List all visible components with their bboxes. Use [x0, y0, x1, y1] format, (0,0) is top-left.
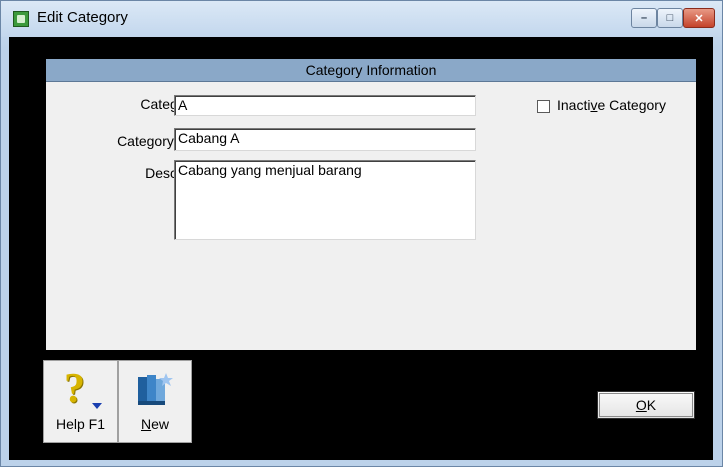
- help-label: Help F1: [55, 416, 106, 432]
- new-icon: [138, 373, 173, 405]
- new-label: New: [119, 416, 191, 432]
- description-value: Cabang yang menjual barang: [178, 162, 362, 178]
- minimize-icon: –: [640, 12, 648, 24]
- window-title: Edit Category: [37, 9, 128, 26]
- close-button[interactable]: ✕: [683, 8, 715, 28]
- close-icon: ✕: [694, 12, 704, 25]
- help-button[interactable]: ? Help F1: [43, 360, 118, 443]
- description-textarea[interactable]: Cabang yang menjual barang: [174, 160, 476, 240]
- help-dropdown-arrow-icon: [92, 403, 102, 409]
- category-information-panel: Category Information Category ID: A Cate…: [46, 59, 696, 350]
- inactive-label-pre: Inacti: [557, 97, 591, 113]
- maximize-button[interactable]: □: [657, 8, 683, 28]
- ok-label-accesskey: O: [635, 397, 647, 413]
- maximize-icon: □: [666, 12, 674, 24]
- category-name-input[interactable]: Cabang A: [174, 128, 476, 151]
- ok-label-rest: K: [646, 397, 657, 413]
- edit-category-window: Edit Category – □ ✕ Category Information…: [0, 0, 723, 467]
- category-name-value: Cabang A: [178, 130, 240, 146]
- new-label-accesskey: N: [140, 416, 152, 432]
- new-button[interactable]: New: [118, 360, 192, 443]
- ok-button[interactable]: OK: [597, 391, 695, 419]
- inactive-category-label[interactable]: Inactive Category: [557, 97, 666, 113]
- category-id-input[interactable]: A: [174, 95, 476, 116]
- category-id-value: A: [178, 97, 188, 113]
- minimize-button[interactable]: –: [631, 8, 657, 28]
- section-header: Category Information: [46, 59, 696, 82]
- new-label-rest: ew: [151, 416, 170, 432]
- inactive-label-post: e Category: [597, 97, 666, 113]
- help-icon: ?: [64, 366, 85, 412]
- app-icon: [13, 11, 29, 27]
- title-bar[interactable]: Edit Category – □ ✕: [1, 1, 722, 37]
- inactive-category-checkbox[interactable]: [537, 100, 550, 113]
